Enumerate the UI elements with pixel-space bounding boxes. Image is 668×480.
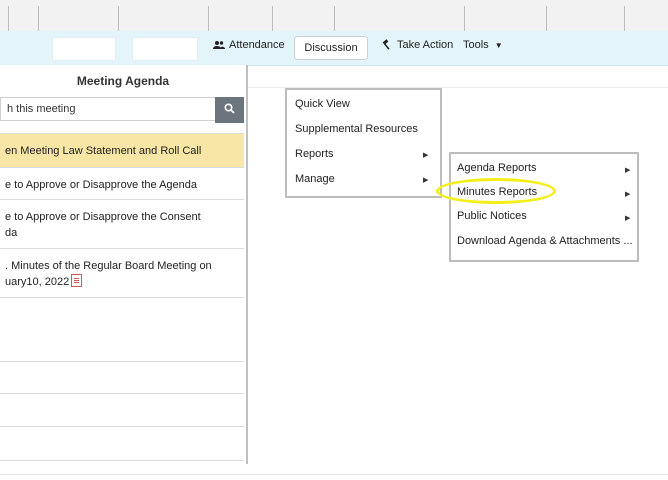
tools-menu-button[interactable]: Tools ▼: [463, 39, 503, 51]
users-icon: [213, 40, 225, 53]
tools-label: Tools: [463, 39, 489, 51]
take-action-button[interactable]: Take Action: [382, 39, 453, 53]
top-bar-divider: [272, 6, 273, 31]
attendance-label: Attendance: [229, 39, 285, 51]
menu-item-supplemental-resources[interactable]: Supplemental Resources: [295, 123, 418, 135]
take-action-label: Take Action: [397, 39, 454, 51]
agenda-item-text: . Minutes of the Regular Board Meeting o…: [5, 260, 212, 272]
top-bar-divider: [208, 6, 209, 31]
discussion-label: Discussion: [304, 42, 358, 54]
triangle-right-icon: ▶: [625, 167, 631, 174]
top-bar-divider: [8, 6, 9, 31]
highlight-ring: [436, 178, 556, 204]
agenda-panel: Meeting Agenda en Meeting Law Statement …: [0, 65, 248, 464]
agenda-item[interactable]: e to Approve or Disapprove the Agenda: [0, 167, 244, 199]
gavel-icon: [382, 39, 393, 53]
pdf-icon[interactable]: [71, 274, 83, 287]
agenda-search: [0, 97, 244, 123]
agenda-item-text: e to Approve or Disapprove the Agenda: [5, 179, 198, 191]
search-button[interactable]: [215, 97, 244, 123]
agenda-item[interactable]: en Meeting Law Statement and Roll Call: [0, 133, 244, 167]
agenda-item-text: uary10, 2022: [5, 276, 70, 288]
menu-item-agenda-reports[interactable]: Agenda Reports: [457, 162, 537, 174]
agenda-item[interactable]: [0, 393, 244, 426]
top-bar-divider: [546, 6, 547, 31]
top-bar-divider: [334, 6, 335, 31]
agenda-item[interactable]: . Minutes of the Regular Board Meeting o…: [0, 248, 244, 297]
content-header: [248, 65, 668, 88]
triangle-right-icon: ▶: [625, 215, 631, 222]
agenda-item-text: en Meeting Law Statement and Roll Call: [5, 145, 202, 157]
search-input[interactable]: [0, 97, 215, 121]
menu-item-download-agenda[interactable]: Download Agenda & Attachments ...: [457, 235, 633, 247]
reports-submenu: Agenda Reports ▶ Minutes Reports ▶ Publi…: [449, 152, 639, 262]
bottom-divider: [0, 474, 668, 475]
triangle-right-icon: ▶: [423, 152, 429, 159]
menu-item-public-notices[interactable]: Public Notices: [457, 210, 527, 222]
top-bar: [0, 0, 668, 32]
triangle-right-icon: ▶: [423, 177, 429, 184]
search-icon: [224, 101, 235, 119]
caret-down-icon: ▼: [494, 41, 503, 50]
agenda-item[interactable]: [0, 460, 244, 464]
discussion-button[interactable]: Discussion: [294, 36, 368, 60]
top-bar-divider: [624, 6, 625, 31]
top-bar-divider: [38, 6, 39, 31]
attendance-button[interactable]: Attendance: [213, 39, 285, 53]
agenda-item[interactable]: [0, 297, 244, 361]
toolbar-blank-button[interactable]: [52, 37, 116, 61]
context-menu: Quick View Supplemental Resources Report…: [285, 88, 442, 198]
agenda-item[interactable]: e to Approve or Disapprove the Consent d…: [0, 199, 244, 248]
meeting-toolbar: Attendance Discussion Take Action Tools …: [0, 31, 668, 66]
agenda-item[interactable]: [0, 361, 244, 393]
top-bar-divider: [118, 6, 119, 31]
agenda-title: Meeting Agenda: [76, 74, 170, 88]
agenda-item[interactable]: [0, 426, 244, 460]
triangle-right-icon: ▶: [625, 191, 631, 198]
top-bar-divider: [464, 6, 465, 31]
menu-item-quick-view[interactable]: Quick View: [295, 98, 350, 110]
menu-item-reports[interactable]: Reports: [295, 148, 334, 160]
agenda-item-text: da: [5, 227, 18, 239]
agenda-item-text: e to Approve or Disapprove the Consent: [5, 211, 201, 223]
toolbar-blank-button[interactable]: [132, 37, 198, 61]
menu-item-manage[interactable]: Manage: [295, 173, 335, 185]
